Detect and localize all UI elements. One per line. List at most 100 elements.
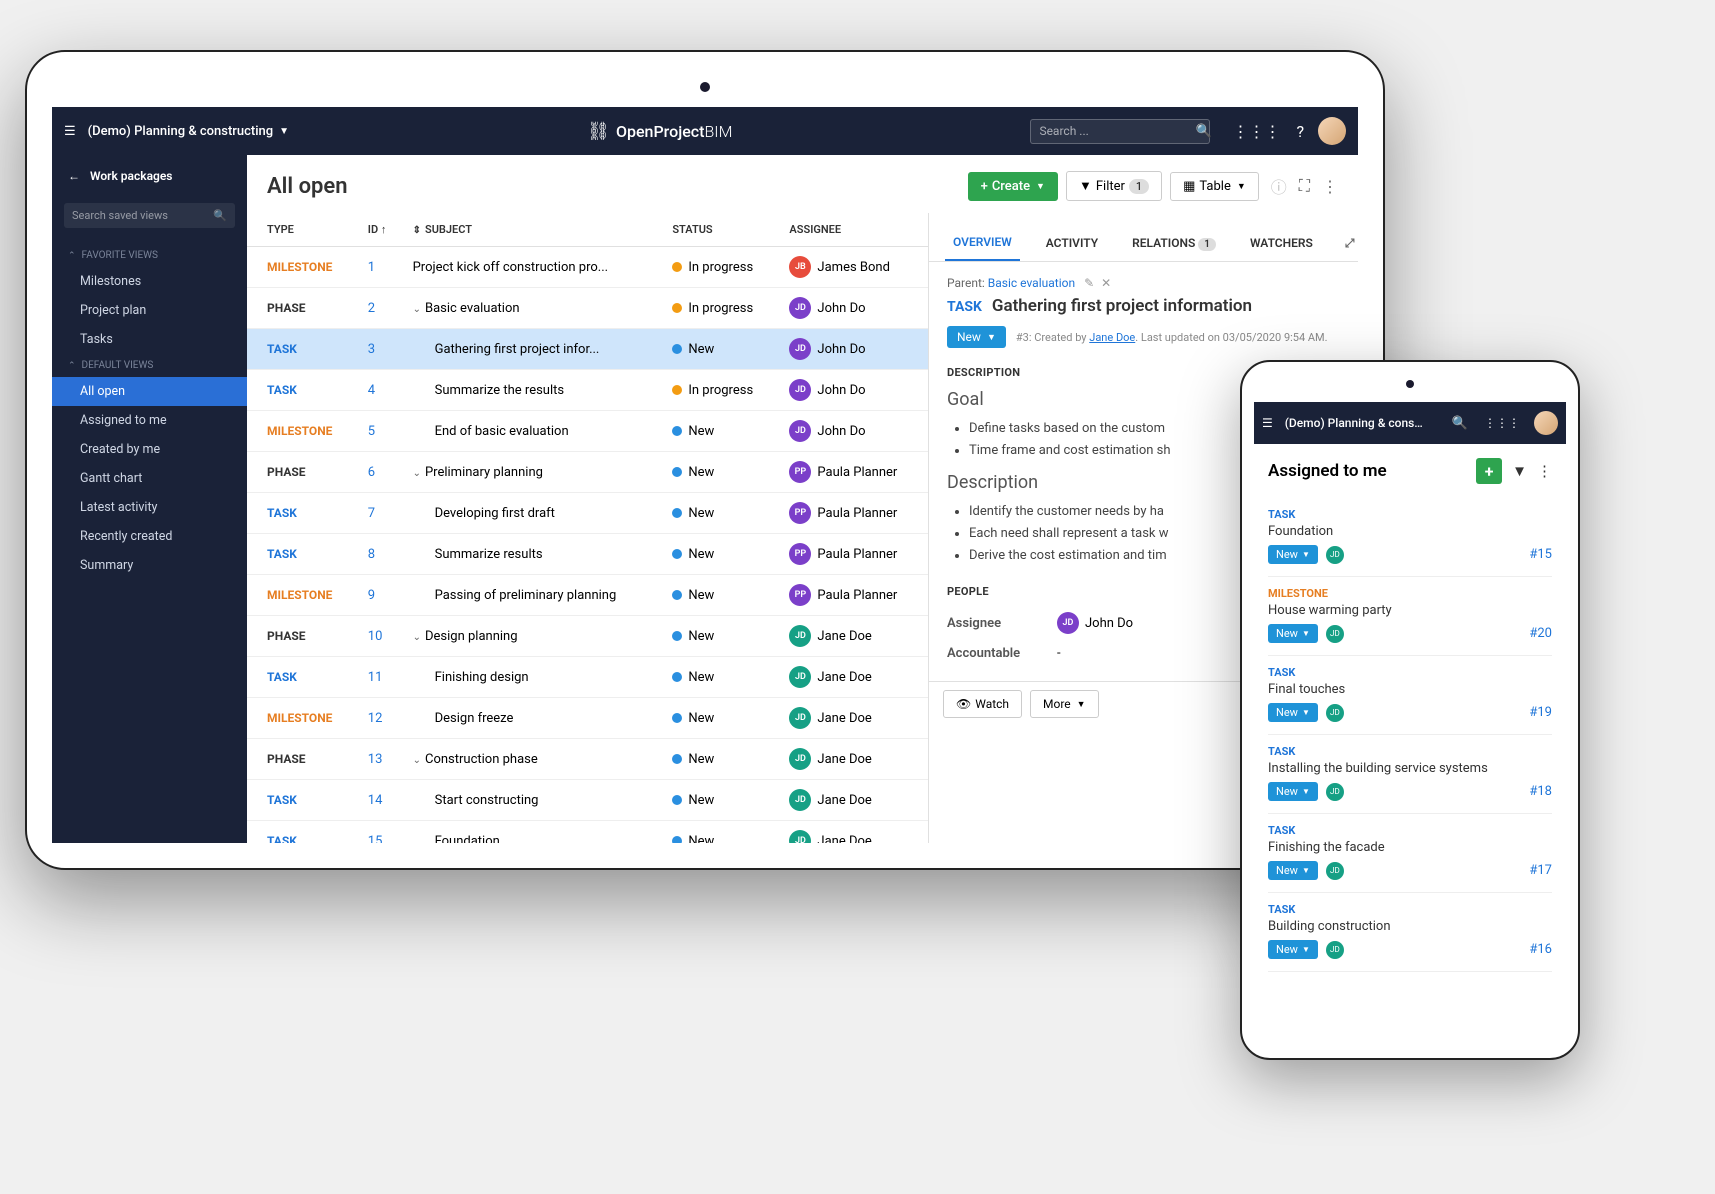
id-link[interactable]: #16: [1529, 942, 1552, 957]
fullscreen-icon[interactable]: ⛶: [1299, 176, 1310, 196]
tab-relations[interactable]: RELATIONS1: [1124, 226, 1224, 260]
search-icon[interactable]: 🔍: [1452, 416, 1468, 431]
col-assignee[interactable]: ASSIGNEE: [779, 213, 928, 247]
info-icon[interactable]: ⓘ: [1271, 174, 1287, 198]
col-status[interactable]: STATUS: [662, 213, 779, 247]
subject[interactable]: Finishing the facade: [1268, 840, 1552, 855]
assignee-name[interactable]: Jane Doe: [817, 752, 871, 767]
search-icon[interactable]: 🔍: [213, 209, 227, 222]
status-label[interactable]: New: [688, 465, 714, 480]
id-link[interactable]: 3: [368, 342, 375, 357]
status-label[interactable]: In progress: [688, 301, 753, 316]
card[interactable]: TASKBuilding constructionNew ▼JD#16: [1268, 893, 1552, 972]
detail-title[interactable]: Gathering first project information: [992, 296, 1252, 316]
sidebar-item[interactable]: Summary: [52, 551, 247, 580]
chevron-down-icon[interactable]: ⌄: [413, 304, 421, 315]
sidebar-item[interactable]: Project plan: [52, 296, 247, 325]
search-icon[interactable]: 🔍: [1195, 124, 1211, 139]
more-icon[interactable]: ⋮: [1537, 462, 1552, 480]
subject[interactable]: Project kick off construction pro...: [413, 260, 608, 275]
table-row[interactable]: MILESTONE9Passing of preliminary plannin…: [247, 575, 928, 616]
card[interactable]: TASKFoundationNew ▼JD#15: [1268, 498, 1552, 577]
id-link[interactable]: 10: [368, 629, 383, 644]
assignee-name[interactable]: John Do: [817, 383, 865, 398]
subject[interactable]: House warming party: [1268, 603, 1552, 618]
id-link[interactable]: 2: [368, 301, 375, 316]
status-chip[interactable]: New▼: [947, 326, 1006, 348]
subject[interactable]: Building construction: [1268, 919, 1552, 934]
table-row[interactable]: PHASE2⌄Basic evaluationIn progressJDJohn…: [247, 288, 928, 329]
id-link[interactable]: #19: [1529, 705, 1552, 720]
apps-icon[interactable]: ⋮⋮⋮: [1484, 416, 1520, 430]
status-label[interactable]: New: [688, 547, 714, 562]
expand-icon[interactable]: ⤢: [1339, 228, 1358, 259]
id-link[interactable]: 12: [368, 711, 383, 726]
more-button[interactable]: More▼: [1030, 690, 1099, 718]
subject[interactable]: Installing the building service systems: [1268, 761, 1552, 776]
col-subject[interactable]: ⇕SUBJECT: [403, 213, 663, 247]
chevron-down-icon[interactable]: ⌄: [413, 632, 421, 643]
subject[interactable]: Start constructing: [435, 793, 539, 808]
sidebar-item[interactable]: Gantt chart: [52, 464, 247, 493]
subject[interactable]: Design planning: [425, 629, 518, 644]
status-label[interactable]: New: [688, 588, 714, 603]
sidebar-section-header[interactable]: ⌃FAVORITE VIEWS: [52, 244, 247, 267]
table-row[interactable]: MILESTONE1Project kick off construction …: [247, 247, 928, 288]
assignee-name[interactable]: Paula Planner: [817, 588, 897, 603]
tab-activity[interactable]: ACTIVITY: [1038, 226, 1106, 260]
add-button[interactable]: +: [1476, 458, 1502, 484]
card[interactable]: TASKFinal touchesNew ▼JD#19: [1268, 656, 1552, 735]
sidebar-item[interactable]: Latest activity: [52, 493, 247, 522]
user-avatar[interactable]: [1534, 411, 1558, 435]
tab-overview[interactable]: OVERVIEW: [945, 225, 1020, 261]
id-link[interactable]: 6: [368, 465, 375, 480]
id-link[interactable]: 14: [368, 793, 383, 808]
subject[interactable]: Design freeze: [435, 711, 514, 726]
create-button[interactable]: +Create▼: [968, 172, 1058, 201]
col-type[interactable]: TYPE: [247, 213, 358, 247]
table-row[interactable]: PHASE10⌄Design planningNewJDJane Doe: [247, 616, 928, 657]
table-row[interactable]: TASK15FoundationNewJDJane Doe: [247, 821, 928, 844]
filter-icon[interactable]: ▼: [1512, 462, 1527, 480]
sidebar-search[interactable]: 🔍: [64, 203, 235, 228]
table-row[interactable]: TASK14Start constructingNewJDJane Doe: [247, 780, 928, 821]
id-link[interactable]: 15: [368, 834, 383, 844]
status-chip[interactable]: New ▼: [1268, 782, 1318, 801]
assignee-name[interactable]: James Bond: [817, 260, 890, 275]
id-link[interactable]: 8: [368, 547, 375, 562]
sidebar-item[interactable]: Tasks: [52, 325, 247, 354]
id-link[interactable]: 9: [368, 588, 375, 603]
table-row[interactable]: TASK11Finishing designNewJDJane Doe: [247, 657, 928, 698]
status-label[interactable]: New: [688, 793, 714, 808]
id-link[interactable]: 11: [368, 670, 383, 685]
assignee-name[interactable]: Paula Planner: [817, 506, 897, 521]
id-link[interactable]: #17: [1529, 863, 1552, 878]
sidebar-item[interactable]: Recently created: [52, 522, 247, 551]
filter-button[interactable]: ▼ Filter 1: [1066, 171, 1162, 201]
more-icon[interactable]: ⋮: [1322, 177, 1338, 196]
table-row[interactable]: PHASE13⌄Construction phaseNewJDJane Doe: [247, 739, 928, 780]
subject[interactable]: Foundation: [1268, 524, 1552, 539]
table-row[interactable]: MILESTONE12Design freezeNewJDJane Doe: [247, 698, 928, 739]
sidebar-item[interactable]: Milestones: [52, 267, 247, 296]
subject[interactable]: Developing first draft: [435, 506, 555, 521]
chevron-down-icon[interactable]: ⌄: [413, 468, 421, 479]
status-label[interactable]: New: [688, 629, 714, 644]
id-link[interactable]: 5: [368, 424, 375, 439]
hamburger-icon[interactable]: ☰: [1262, 416, 1273, 430]
assignee-name[interactable]: Jane Doe: [817, 793, 871, 808]
subject[interactable]: Passing of preliminary planning: [435, 588, 617, 603]
status-label[interactable]: In progress: [688, 260, 753, 275]
sidebar-item[interactable]: Created by me: [52, 435, 247, 464]
status-label[interactable]: In progress: [688, 383, 753, 398]
user-avatar[interactable]: [1318, 117, 1346, 145]
table-row[interactable]: TASK7Developing first draftNewPPPaula Pl…: [247, 493, 928, 534]
status-chip[interactable]: New ▼: [1268, 861, 1318, 880]
subject[interactable]: Basic evaluation: [425, 301, 520, 316]
status-label[interactable]: New: [688, 711, 714, 726]
watch-button[interactable]: 👁Watch: [943, 690, 1022, 718]
id-link[interactable]: 1: [368, 260, 375, 275]
status-label[interactable]: New: [688, 342, 714, 357]
assignee-name[interactable]: Paula Planner: [817, 547, 897, 562]
assignee-name[interactable]: John Do: [817, 424, 865, 439]
